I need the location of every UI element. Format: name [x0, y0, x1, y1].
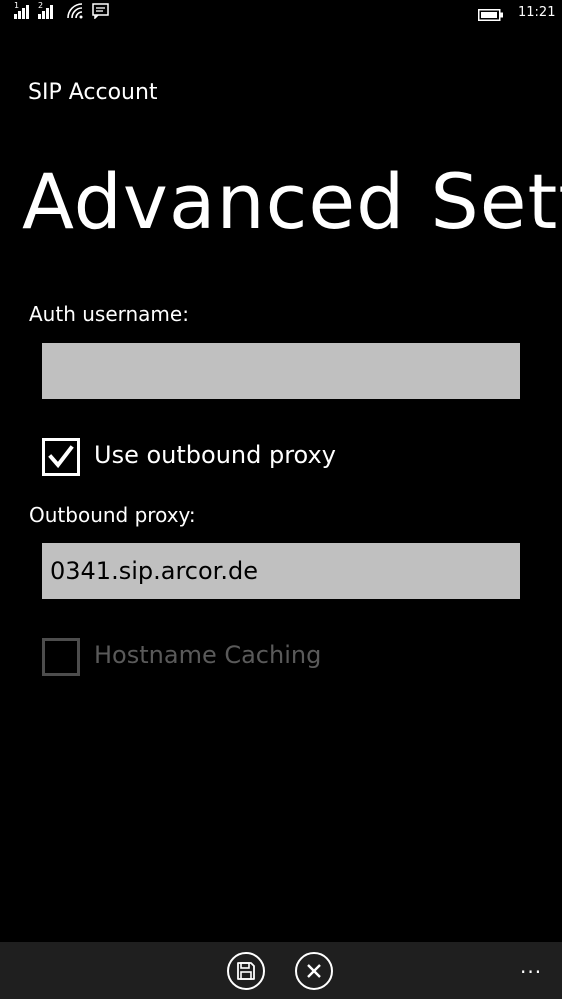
status-bar: 1 2 11:21 [0, 0, 562, 28]
sim2-label: 2 [38, 1, 44, 10]
cancel-icon [307, 964, 321, 978]
outbound-proxy-input[interactable] [42, 543, 520, 599]
outbound-proxy-label: Outbound proxy: [29, 503, 196, 527]
app-title: SIP Account [28, 80, 158, 105]
checkmark-icon [48, 445, 74, 469]
signal-icon: 1 [14, 1, 32, 23]
clock: 11:21 [518, 5, 556, 20]
use-outbound-proxy-label: Use outbound proxy [94, 441, 336, 469]
save-icon [237, 962, 255, 980]
screen: 1 2 11:21 SIP Account Advanced Set Auth … [0, 0, 562, 999]
auth-username-input[interactable] [42, 343, 520, 399]
signal-icon: 2 [38, 1, 56, 23]
cancel-button[interactable] [295, 952, 333, 990]
save-button[interactable] [227, 952, 265, 990]
message-icon [92, 3, 110, 23]
checkbox-box [42, 638, 80, 676]
sim1-label: 1 [14, 1, 20, 10]
auth-username-label: Auth username: [29, 302, 189, 326]
battery-icon [478, 6, 504, 25]
use-outbound-proxy-checkbox[interactable]: Use outbound proxy [42, 438, 522, 476]
app-bar: ... [0, 942, 562, 999]
hostname-caching-label: Hostname Caching [94, 641, 322, 669]
more-options-button[interactable]: ... [520, 954, 542, 978]
hostname-caching-checkbox: Hostname Caching [42, 638, 522, 676]
checkbox-box[interactable] [42, 438, 80, 476]
wifi-icon [67, 3, 85, 23]
page-title: Advanced Settings [22, 157, 562, 246]
